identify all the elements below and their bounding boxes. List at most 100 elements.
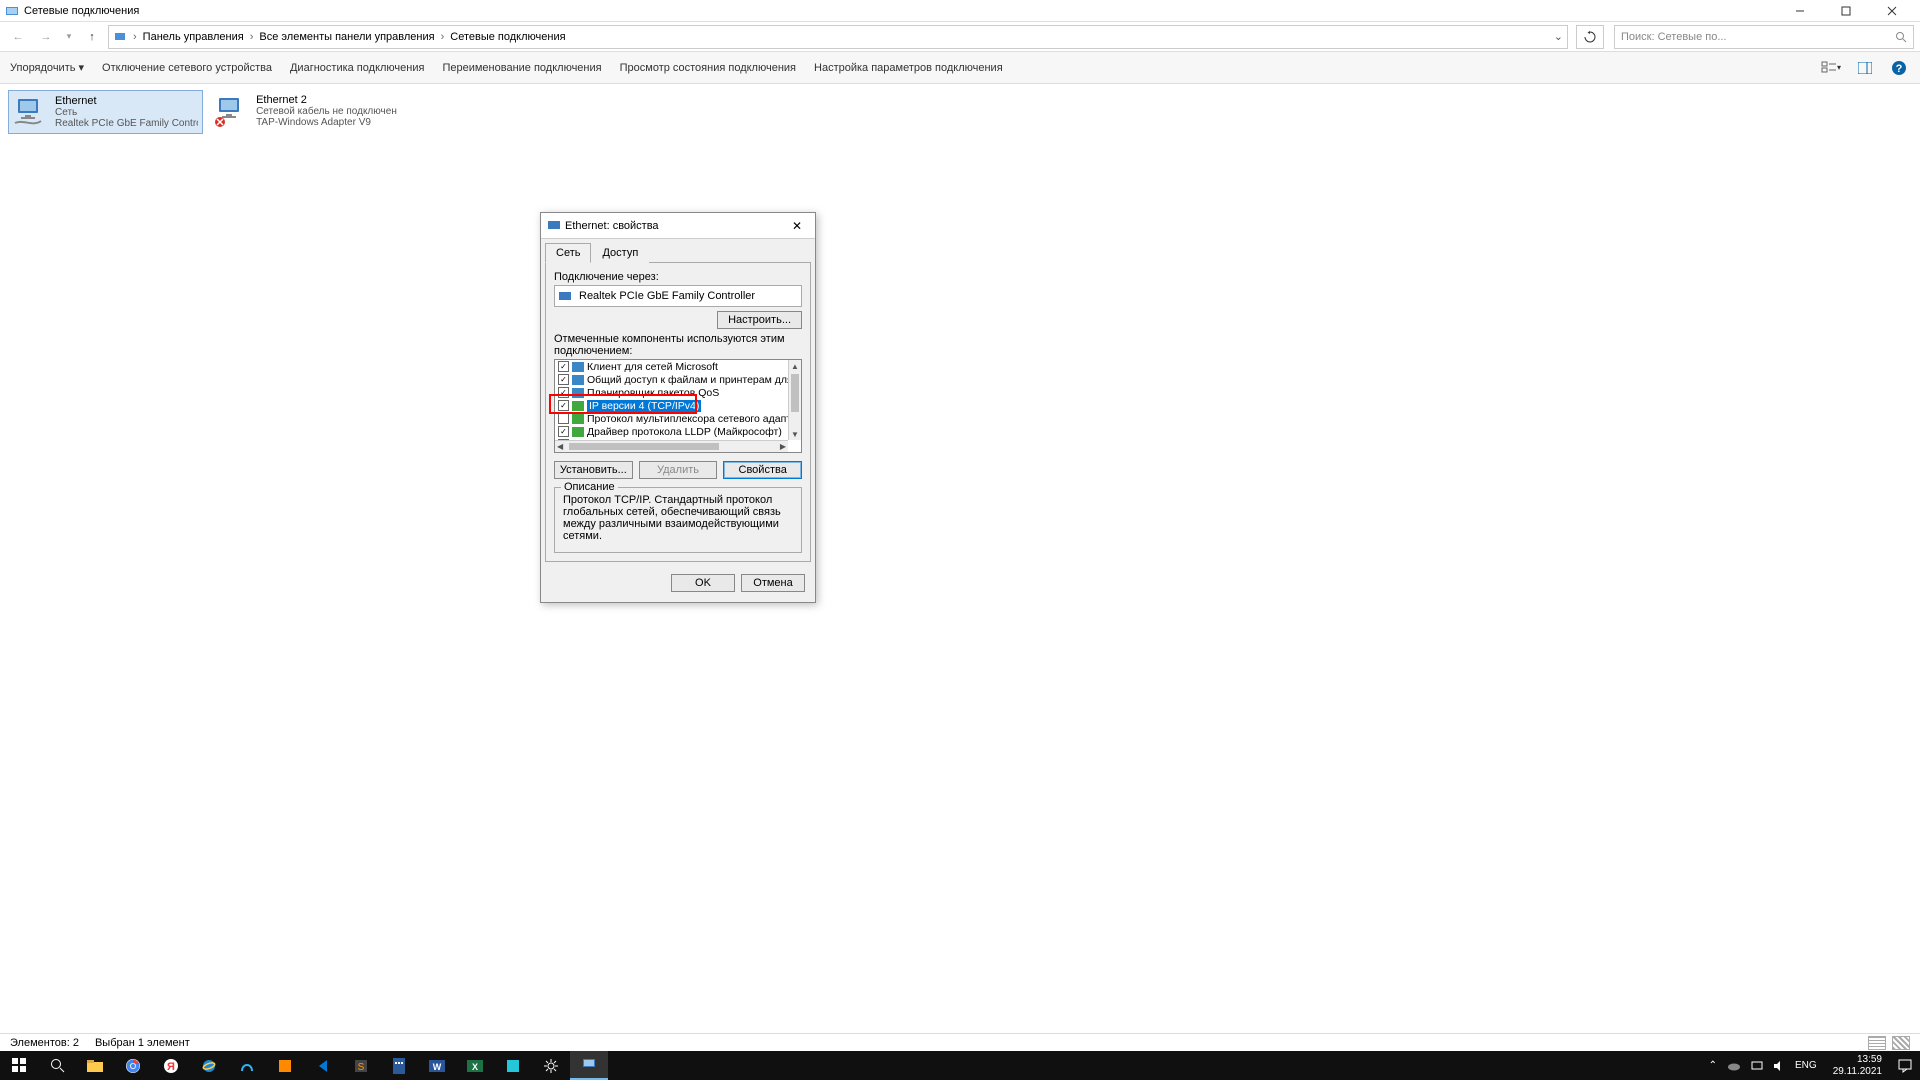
components-label: Отмеченные компоненты используются этим … (554, 333, 802, 357)
component-row-ipv4[interactable]: IP версии 4 (TCP/IPv4) (555, 399, 788, 412)
connection-status: Сеть (55, 107, 198, 118)
tray-volume-icon[interactable] (1773, 1060, 1785, 1072)
dialog-title: Ethernet: свойства (565, 220, 785, 232)
recent-locations-button[interactable]: ▾ (62, 25, 76, 49)
ok-button[interactable]: OK (671, 574, 735, 592)
toolbar-disable[interactable]: Отключение сетевого устройства (102, 62, 272, 74)
toolbar-rename[interactable]: Переименование подключения (442, 62, 601, 74)
scroll-up-icon[interactable]: ▲ (789, 360, 801, 372)
checkbox[interactable] (558, 426, 569, 437)
breadcrumb-segment[interactable]: Панель управления (143, 31, 244, 43)
view-options-button[interactable]: ▾ (1820, 57, 1842, 79)
toolbar-diagnose[interactable]: Диагностика подключения (290, 62, 424, 74)
scroll-right-icon[interactable]: ▶ (780, 442, 786, 451)
component-icon (572, 388, 584, 398)
scroll-thumb[interactable] (791, 374, 799, 412)
taskbar-app-orange[interactable] (266, 1051, 304, 1080)
refresh-button[interactable] (1576, 25, 1604, 49)
back-button[interactable]: ← (6, 25, 30, 49)
taskbar-chrome[interactable] (114, 1051, 152, 1080)
configure-button[interactable]: Настроить... (717, 311, 802, 329)
tab-access[interactable]: Доступ (591, 243, 649, 263)
tray-onedrive-icon[interactable] (1727, 1061, 1741, 1071)
taskbar-excel[interactable]: X (456, 1051, 494, 1080)
taskbar-settings[interactable] (532, 1051, 570, 1080)
component-row[interactable]: Клиент для сетей Microsoft (555, 360, 788, 373)
svg-text:?: ? (1896, 63, 1903, 75)
adapter-icon (559, 290, 573, 302)
dialog-close-button[interactable]: ✕ (785, 217, 809, 235)
tray-clock[interactable]: 13:59 29.11.2021 (1827, 1054, 1888, 1078)
taskbar-network-connections[interactable] (570, 1051, 608, 1080)
toolbar-status[interactable]: Просмотр состояния подключения (620, 62, 796, 74)
details-view-button[interactable] (1868, 1036, 1886, 1050)
taskbar-calculator[interactable] (380, 1051, 418, 1080)
component-row[interactable]: Протокол мультиплексора сетевого адаптер… (555, 412, 788, 425)
taskbar-word[interactable]: W (418, 1051, 456, 1080)
checkbox[interactable] (558, 400, 569, 411)
ethernet-icon (214, 94, 250, 130)
chevron-right-icon[interactable]: › (250, 31, 254, 43)
taskbar-app-blue[interactable] (228, 1051, 266, 1080)
component-row[interactable]: Драйвер протокола LLDP (Майкрософт) (555, 425, 788, 438)
dropdown-chevron-icon[interactable]: ⌄ (1554, 30, 1563, 43)
network-icon (113, 30, 127, 44)
dialog-title-bar[interactable]: Ethernet: свойства ✕ (541, 213, 815, 239)
component-icon (572, 401, 584, 411)
tray-network-icon[interactable] (1751, 1060, 1763, 1072)
breadcrumb-segment[interactable]: Все элементы панели управления (259, 31, 434, 43)
taskbar-vscode[interactable] (304, 1051, 342, 1080)
properties-button[interactable]: Свойства (723, 461, 802, 479)
chevron-right-icon[interactable]: › (441, 31, 445, 43)
checkbox[interactable] (558, 387, 569, 398)
breadcrumb-bar[interactable]: › Панель управления › Все элементы панел… (108, 25, 1568, 49)
organize-menu[interactable]: Упорядочить ▾ (10, 61, 84, 74)
scroll-thumb[interactable] (569, 443, 719, 450)
maximize-button[interactable] (1823, 0, 1869, 22)
large-icons-view-button[interactable] (1892, 1036, 1910, 1050)
taskbar: Я S W X ⌃ ENG 13:59 29.11.2021 (0, 1051, 1920, 1080)
minimize-button[interactable] (1777, 0, 1823, 22)
taskbar-file-explorer[interactable] (76, 1051, 114, 1080)
vertical-scrollbar[interactable]: ▲ ▼ (788, 360, 801, 440)
tray-language[interactable]: ENG (1795, 1060, 1817, 1071)
component-row[interactable]: Планировщик пакетов QoS (555, 386, 788, 399)
address-bar-row: ← → ▾ ↑ › Панель управления › Все элемен… (0, 22, 1920, 52)
cancel-button[interactable]: Отмена (741, 574, 805, 592)
chevron-right-icon[interactable]: › (133, 31, 137, 43)
component-icon (572, 362, 584, 372)
taskbar-sublime[interactable]: S (342, 1051, 380, 1080)
tray-notifications-icon[interactable] (1898, 1059, 1912, 1073)
components-list[interactable]: Клиент для сетей Microsoft Общий доступ … (554, 359, 802, 453)
tray-chevron-up-icon[interactable]: ⌃ (1709, 1060, 1717, 1071)
close-button[interactable] (1869, 0, 1915, 22)
scroll-left-icon[interactable]: ◀ (557, 442, 563, 451)
up-button[interactable]: ↑ (80, 25, 104, 49)
toolbar-settings[interactable]: Настройка параметров подключения (814, 62, 1003, 74)
help-button[interactable]: ? (1888, 57, 1910, 79)
status-selected: Выбран 1 элемент (95, 1037, 190, 1049)
search-input[interactable]: Поиск: Сетевые по... (1614, 25, 1914, 49)
horizontal-scrollbar[interactable]: ◀ ▶ (555, 440, 788, 452)
component-row[interactable]: Общий доступ к файлам и принтерам для се… (555, 373, 788, 386)
preview-pane-button[interactable] (1854, 57, 1876, 79)
scroll-down-icon[interactable]: ▼ (789, 428, 801, 440)
checkbox[interactable] (558, 374, 569, 385)
taskbar-app-cyan[interactable] (494, 1051, 532, 1080)
checkbox[interactable] (558, 361, 569, 372)
search-button[interactable] (38, 1051, 76, 1080)
breadcrumb-segment[interactable]: Сетевые подключения (450, 31, 565, 43)
svg-text:X: X (472, 1062, 478, 1072)
taskbar-yandex[interactable]: Я (152, 1051, 190, 1080)
search-icon (1895, 31, 1907, 43)
connection-item-ethernet[interactable]: Ethernet Сеть Realtek PCIe GbE Family Co… (8, 90, 203, 134)
checkbox[interactable] (558, 413, 569, 424)
start-button[interactable] (0, 1051, 38, 1080)
forward-button[interactable]: → (34, 25, 58, 49)
connection-desc: TAP-Windows Adapter V9 (256, 117, 397, 128)
install-button[interactable]: Установить... (554, 461, 633, 479)
taskbar-ie[interactable] (190, 1051, 228, 1080)
tab-network[interactable]: Сеть (545, 243, 591, 263)
description-group: Описание Протокол TCP/IP. Стандартный пр… (554, 487, 802, 553)
connection-item-ethernet2[interactable]: Ethernet 2 Сетевой кабель не подключен T… (210, 90, 405, 134)
